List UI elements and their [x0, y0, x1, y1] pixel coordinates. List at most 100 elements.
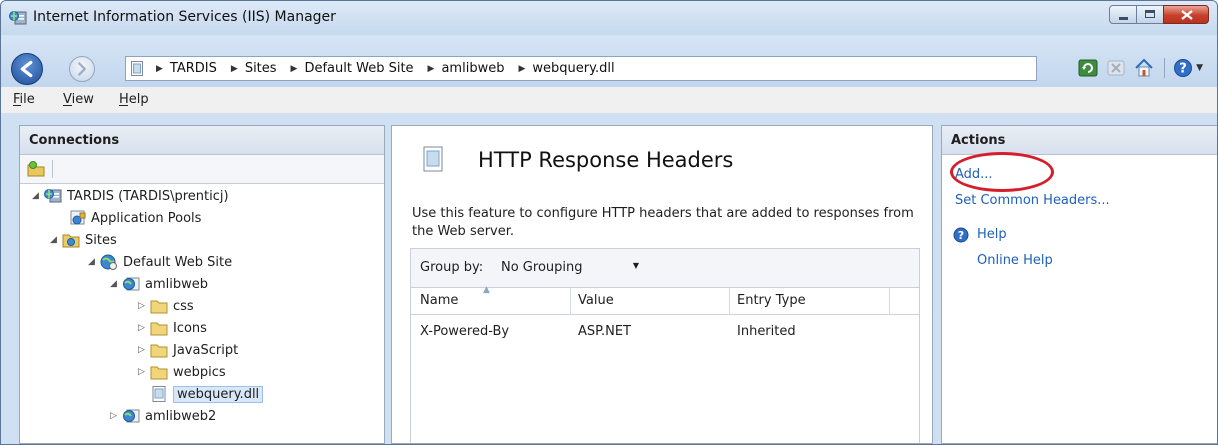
tree-label-amlibweb: amlibweb [145, 276, 208, 292]
breadcrumb-item-sites[interactable]: Sites [245, 61, 277, 76]
toolbar-divider [52, 160, 53, 178]
server-icon [44, 189, 62, 203]
feature-description: Use this feature to configure HTTP heade… [412, 206, 914, 239]
tree-node-css[interactable]: ▷ css [138, 295, 194, 317]
iis-app-icon [9, 11, 27, 25]
tree-label-server: TARDIS (TARDIS\prenticj) [67, 188, 229, 204]
chevron-down-icon[interactable]: ▼ [1196, 63, 1203, 73]
expand-triangle-icon[interactable]: ▷ [138, 345, 148, 355]
cell-name: X-Powered-By [420, 324, 510, 339]
action-set-common-headers[interactable]: Set Common Headers... [955, 193, 1110, 208]
table-row[interactable]: X-Powered-By ASP.NET Inherited [411, 315, 919, 349]
column-divider[interactable] [889, 288, 890, 314]
grid-header: Name ▲ Value Entry Type [411, 285, 919, 315]
toolbar-divider [1164, 58, 1166, 78]
minimize-icon [1119, 17, 1128, 20]
forward-arrow-icon [78, 62, 86, 76]
breadcrumb-item-tardis[interactable]: TARDIS [170, 61, 217, 76]
svg-text:?: ? [958, 229, 964, 242]
group-by-select[interactable]: No Grouping ▼ [497, 256, 647, 278]
maximize-button[interactable] [1136, 5, 1164, 24]
tree-node-webpics[interactable]: ▷ webpics [138, 361, 226, 383]
window-controls [1109, 5, 1209, 24]
tree-label-javascript: JavaScript [173, 342, 239, 358]
expand-triangle-icon[interactable]: ▷ [138, 367, 148, 377]
folder-icon [150, 344, 168, 358]
back-button[interactable] [11, 53, 43, 85]
expand-triangle-icon[interactable]: ▷ [138, 301, 148, 311]
breadcrumb-item-default-web-site[interactable]: Default Web Site [304, 61, 413, 76]
group-by-label: Group by: [420, 260, 484, 275]
help-icon[interactable]: ? [1173, 58, 1193, 78]
sites-folder-icon [62, 234, 80, 248]
collapse-triangle-icon[interactable]: ◢ [32, 191, 42, 201]
create-connection-icon[interactable] [27, 160, 45, 178]
breadcrumb-separator-icon: ▶ [230, 63, 238, 74]
address-bar[interactable]: ▶ TARDIS ▶ Sites ▶ Default Web Site ▶ am… [125, 56, 1037, 81]
menu-bar: File View Help [1, 87, 1217, 114]
action-online-help[interactable]: Online Help [977, 253, 1053, 268]
close-icon [1181, 10, 1193, 20]
headers-grid: Group by: No Grouping ▼ Name ▲ Value Ent… [410, 248, 920, 443]
breadcrumb-item-webquery[interactable]: webquery.dll [532, 61, 614, 76]
connections-toolbar [20, 155, 384, 184]
tree-label-sites: Sites [85, 232, 117, 248]
iis-manager-window: Internet Information Services (IIS) Mana… [0, 0, 1218, 445]
column-header-entry-type[interactable]: Entry Type [737, 293, 806, 308]
expand-triangle-icon[interactable]: ▷ [110, 411, 120, 421]
refresh-icon[interactable] [1078, 58, 1098, 78]
tree-node-webquery-dll[interactable]: webquery.dll [150, 383, 264, 405]
breadcrumb-separator-icon: ▶ [156, 63, 163, 74]
cell-entry-type: Inherited [737, 324, 796, 339]
column-header-name[interactable]: Name [420, 293, 458, 308]
tree-node-amlibweb2[interactable]: ▷ amlibweb2 [110, 405, 216, 427]
page-icon [423, 146, 443, 172]
menu-underline-marks [63, 105, 72, 106]
tree-node-default-web-site[interactable]: ◢ Default Web Site [88, 251, 232, 273]
folder-icon [150, 366, 168, 380]
tree-label-application-pools: Application Pools [91, 210, 202, 226]
tree-node-icons[interactable]: ▷ Icons [138, 317, 207, 339]
tree-label-css: css [173, 298, 194, 314]
action-add[interactable]: Add... [955, 167, 993, 182]
globe-icon [100, 254, 117, 270]
actions-header: Actions [942, 126, 1217, 155]
column-divider[interactable] [729, 288, 730, 314]
back-arrow-icon [20, 60, 33, 78]
menu-underline-marks [119, 105, 128, 106]
page-icon [152, 386, 166, 402]
breadcrumb-item-amlibweb[interactable]: amlibweb [441, 61, 504, 76]
navigation-toolbar: ? ▼ [1070, 58, 1203, 78]
breadcrumb-separator-icon: ▶ [518, 63, 526, 74]
maximize-icon [1145, 10, 1155, 18]
expand-triangle-icon[interactable]: ▷ [138, 323, 148, 333]
tree-node-sites[interactable]: ◢ Sites [50, 229, 117, 251]
window-title: Internet Information Services (IIS) Mana… [33, 9, 336, 25]
svg-text:?: ? [1179, 62, 1187, 77]
tree-node-javascript[interactable]: ▷ JavaScript [138, 339, 238, 361]
tree-label-icons: Icons [173, 320, 207, 336]
chevron-down-icon: ▼ [632, 261, 639, 270]
group-by-bar: Group by: No Grouping ▼ [411, 249, 919, 288]
tree-node-amlibweb[interactable]: ◢ amlibweb [110, 273, 208, 295]
action-help[interactable]: Help [977, 227, 1007, 242]
folder-icon [150, 300, 168, 314]
sort-ascending-icon: ▲ [483, 285, 490, 295]
column-header-value[interactable]: Value [578, 293, 614, 308]
collapse-triangle-icon[interactable]: ◢ [88, 257, 98, 267]
collapse-triangle-icon[interactable]: ◢ [110, 279, 120, 289]
forward-button[interactable] [69, 56, 95, 82]
tree-label-webpics: webpics [173, 364, 226, 380]
group-by-value: No Grouping [501, 260, 583, 275]
tree-node-server[interactable]: ◢ TARDIS (TARDIS\prenticj) [32, 185, 229, 207]
stop-icon[interactable] [1106, 58, 1126, 78]
home-icon[interactable] [1134, 58, 1154, 78]
collapse-triangle-icon[interactable]: ◢ [50, 235, 60, 245]
actions-panel: Actions Add... Set Common Headers... ? H… [941, 125, 1217, 444]
minimize-button[interactable] [1109, 5, 1137, 24]
close-button[interactable] [1163, 5, 1209, 24]
tree-label-amlibweb2: amlibweb2 [145, 408, 217, 424]
column-divider[interactable] [570, 288, 571, 314]
page-icon [131, 61, 143, 76]
tree-node-application-pools[interactable]: Application Pools [68, 207, 201, 229]
